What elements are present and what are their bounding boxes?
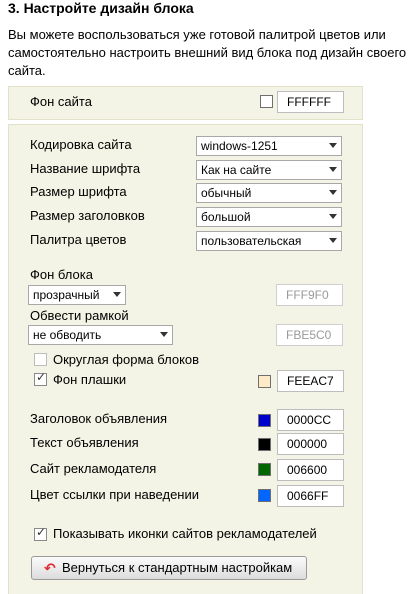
chevron-down-icon — [329, 190, 337, 195]
show-icons-label: Показывать иконки сайтов рекламодателей — [53, 526, 317, 541]
checkmark-icon: ✓ — [36, 525, 47, 539]
encoding-value: windows-1251 — [201, 139, 278, 153]
block-bg-value: прозрачный — [33, 288, 100, 302]
link-hover-swatch[interactable] — [258, 489, 271, 502]
ad-title-hex-input[interactable]: 0000CC — [277, 409, 344, 431]
block-bg-label: Фон блока — [30, 267, 93, 282]
chevron-down-icon — [329, 143, 337, 148]
plate-bg-hex-input[interactable]: FEEAC7 — [277, 370, 344, 392]
heading-size-label: Размер заголовков — [30, 208, 145, 223]
heading-size-value: большой — [201, 210, 251, 224]
ad-text-swatch[interactable] — [258, 438, 271, 451]
reset-defaults-label: Вернуться к стандартным настройкам — [62, 560, 293, 575]
font-size-value: обычный — [201, 186, 252, 200]
border-value: не обводить — [33, 328, 102, 342]
chevron-down-icon — [113, 292, 121, 297]
palette-value: пользовательская — [201, 234, 302, 248]
border-label: Обвести рамкой — [30, 308, 129, 323]
undo-arrow-icon: ↶ — [44, 560, 56, 576]
advertiser-color-label: Сайт рекламодателя — [30, 461, 157, 476]
ad-text-hex-input[interactable]: 000000 — [277, 433, 344, 455]
chevron-down-icon — [160, 332, 168, 337]
plate-bg-checkbox[interactable]: ✓ — [34, 370, 47, 386]
palette-select[interactable]: пользовательская — [196, 231, 342, 251]
reset-defaults-button[interactable]: ↶ Вернуться к стандартным настройкам — [31, 556, 307, 580]
ad-text-color-label: Текст объявления — [30, 435, 139, 450]
block-bg-select[interactable]: прозрачный — [28, 285, 126, 305]
advertiser-swatch[interactable] — [258, 463, 271, 476]
border-hex-input[interactable]: FBE5C0 — [276, 324, 343, 346]
border-select[interactable]: не обводить — [28, 325, 173, 345]
section-title: 3. Настройте дизайн блока — [8, 0, 194, 16]
site-bg-label: Фон сайта — [30, 94, 92, 109]
checkmark-icon: ✓ — [36, 370, 47, 384]
advertiser-hex-input[interactable]: 006600 — [277, 459, 344, 481]
link-hover-hex-input[interactable]: 0066FF — [277, 485, 344, 507]
chevron-down-icon — [329, 238, 337, 243]
plate-bg-label: Фон плашки — [53, 372, 127, 387]
ad-title-swatch[interactable] — [258, 414, 271, 427]
font-name-value: Как на сайте — [201, 163, 272, 177]
chevron-down-icon — [329, 167, 337, 172]
block-bg-hex-input[interactable]: FFF9F0 — [276, 284, 343, 306]
encoding-label: Кодировка сайта — [30, 137, 132, 152]
show-icons-checkbox[interactable]: ✓ — [34, 525, 47, 541]
rounded-label: Округлая форма блоков — [53, 352, 200, 367]
font-size-label: Размер шрифта — [30, 184, 127, 199]
site-bg-swatch[interactable] — [260, 95, 273, 108]
plate-bg-swatch[interactable] — [258, 375, 271, 388]
font-name-select[interactable]: Как на сайте — [196, 160, 342, 180]
heading-size-select[interactable]: большой — [196, 207, 342, 227]
rounded-checkbox[interactable] — [34, 353, 47, 366]
link-hover-color-label: Цвет ссылки при наведении — [30, 487, 200, 502]
font-size-select[interactable]: обычный — [196, 183, 342, 203]
section-description: Вы можете воспользоваться уже готовой па… — [8, 27, 407, 78]
site-bg-hex-input[interactable]: FFFFFF — [277, 91, 344, 113]
ad-title-color-label: Заголовок объявления — [30, 411, 168, 426]
encoding-select[interactable]: windows-1251 — [196, 136, 342, 156]
font-name-label: Название шрифта — [30, 161, 141, 176]
palette-label: Палитра цветов — [30, 232, 127, 247]
chevron-down-icon — [329, 214, 337, 219]
